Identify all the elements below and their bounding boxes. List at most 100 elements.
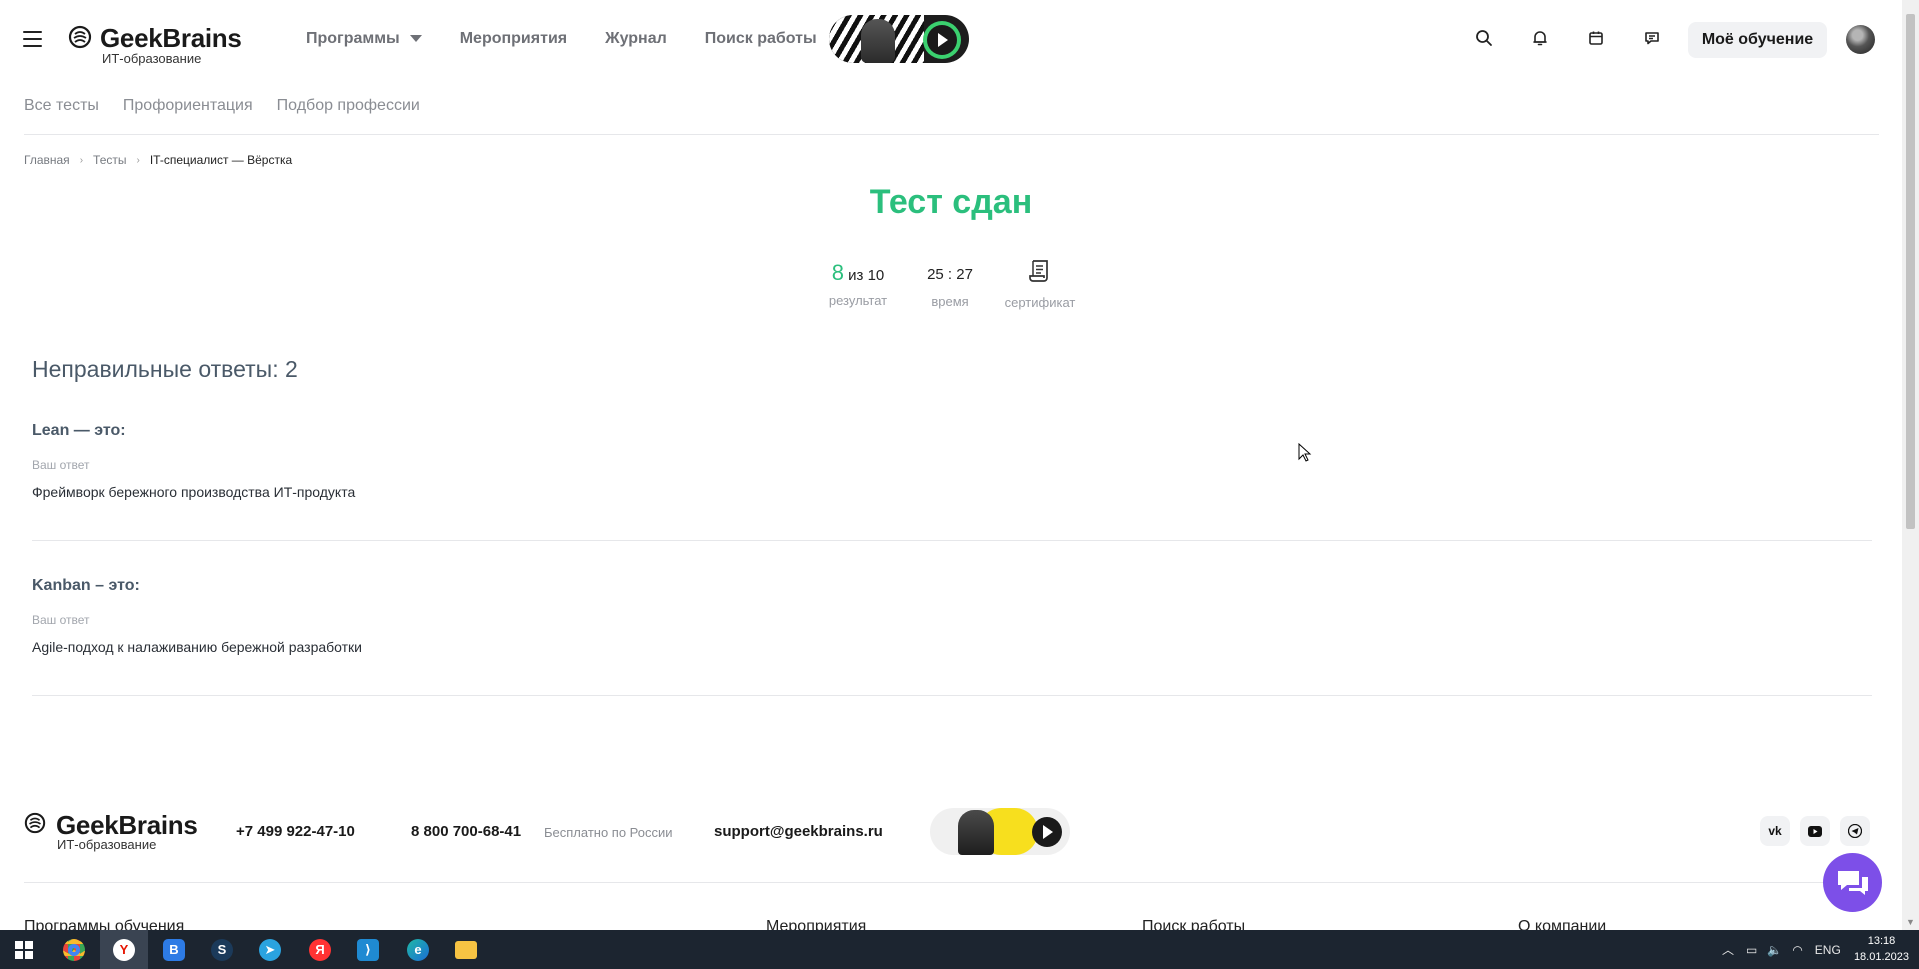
- promo-portrait: [861, 19, 895, 63]
- stat-score: 8 из 10 результат: [826, 260, 890, 308]
- your-answer-label: Ваш ответ: [32, 613, 90, 627]
- mouse-cursor-icon: [1298, 443, 1312, 462]
- battery-icon[interactable]: ▭: [1746, 943, 1757, 957]
- bell-icon[interactable]: [1530, 28, 1550, 48]
- clock-date: 18.01.2023: [1853, 951, 1909, 963]
- breadcrumb-separator-icon: ›: [79, 154, 84, 166]
- subnav-career-guidance[interactable]: Профориентация: [123, 97, 253, 115]
- certificate-icon: [1029, 260, 1048, 282]
- promo-portrait: [958, 810, 994, 855]
- footer-col-company[interactable]: О компании: [1518, 918, 1606, 930]
- footer-col-programs[interactable]: Программы обучения: [24, 918, 184, 930]
- footer-col-events[interactable]: Мероприятия: [766, 918, 866, 930]
- subnav-profession-match[interactable]: Подбор профессии: [277, 97, 420, 115]
- logo-subtitle: ИТ-образование: [102, 51, 202, 66]
- menu-icon[interactable]: [23, 31, 42, 47]
- scroll-down-arrow-icon[interactable]: ▼: [1906, 917, 1915, 927]
- time-value: 25 : 27: [927, 266, 973, 283]
- yandex-browser-glyph: Y: [113, 938, 135, 961]
- edge-icon[interactable]: e: [394, 930, 442, 969]
- page-title: Тест сдан: [869, 183, 1033, 221]
- explorer-icon[interactable]: [442, 930, 490, 969]
- nav-jobs[interactable]: Поиск работы: [705, 30, 817, 48]
- youtube-icon[interactable]: [1800, 816, 1830, 846]
- play-icon: [927, 25, 957, 55]
- stat-certificate[interactable]: сертификат: [1000, 258, 1080, 310]
- volume-icon[interactable]: 🔈: [1767, 943, 1782, 957]
- calendar-icon[interactable]: [1586, 28, 1606, 48]
- footer-phone-note: Бесплатно по России: [544, 825, 673, 840]
- chrome-icon[interactable]: [50, 930, 98, 969]
- telegram-icon[interactable]: ➤: [246, 930, 294, 969]
- app-icon[interactable]: B: [150, 930, 198, 969]
- clock[interactable]: 13:18 18.01.2023: [1854, 933, 1909, 965]
- stat-time: 25 : 27 время: [920, 266, 980, 309]
- search-icon[interactable]: [1474, 28, 1494, 48]
- question-text: Lean — это:: [32, 422, 126, 439]
- footer-phone[interactable]: +7 499 922-47-10: [236, 823, 355, 840]
- wrong-answer-item: Lean — это: Ваш ответ Фреймворк бережног…: [32, 422, 1872, 541]
- nav-programs-label: Программы: [306, 30, 400, 47]
- geekbrains-logo-icon: [24, 812, 46, 834]
- avatar[interactable]: [1846, 25, 1875, 54]
- footer-phone-free[interactable]: 8 800 700-68-41: [411, 823, 521, 840]
- header: GeekBrains ИТ-образование Программы Меро…: [0, 0, 1902, 78]
- my-learning-button[interactable]: Моё обучение: [1688, 22, 1827, 58]
- footer-logo-subtitle: ИТ-образование: [57, 837, 157, 852]
- telegram-icon[interactable]: [1840, 816, 1870, 846]
- chat-button[interactable]: [1823, 853, 1882, 912]
- wifi-icon[interactable]: ◠: [1792, 943, 1802, 957]
- telegram-glyph: [1848, 824, 1862, 838]
- footer-email[interactable]: support@geekbrains.ru: [714, 823, 883, 840]
- divider: [32, 695, 1872, 696]
- wrong-answer-item: Kanban – это: Ваш ответ Agile-подход к н…: [32, 577, 1872, 696]
- edge-glyph: e: [407, 938, 429, 961]
- vk-icon[interactable]: vk: [1760, 816, 1790, 846]
- play-icon: [1032, 817, 1062, 847]
- breadcrumb: Главная › Тесты › IT-специалист — Вёрстк…: [24, 153, 292, 167]
- nav-programs[interactable]: Программы: [306, 30, 422, 48]
- answer-text: Agile-подход к налаживанию бережной разр…: [32, 639, 362, 655]
- messages-icon[interactable]: [1642, 28, 1662, 48]
- breadcrumb-current: IT-специалист — Вёрстка: [149, 153, 293, 167]
- breadcrumb-home[interactable]: Главная: [24, 153, 70, 167]
- folder-glyph: [455, 940, 477, 959]
- score-label: результат: [828, 293, 888, 308]
- breadcrumb-tests[interactable]: Тесты: [93, 153, 126, 167]
- start-icon[interactable]: [0, 930, 48, 969]
- telegram-app-glyph: ➤: [259, 938, 281, 961]
- nav-events[interactable]: Мероприятия: [460, 30, 567, 48]
- vscode-glyph: ⟩: [357, 938, 379, 961]
- answer-text: Фреймворк бережного производства ИТ-прод…: [32, 484, 356, 500]
- footer-col-jobs[interactable]: Поиск работы: [1142, 918, 1245, 930]
- footer-video-promo[interactable]: [930, 808, 1070, 855]
- geekbrains-logo-icon: [68, 25, 92, 49]
- clock-time: 13:18: [1867, 935, 1896, 947]
- scrollbar-thumb[interactable]: [1906, 14, 1915, 529]
- chevron-down-icon: [409, 35, 422, 43]
- score-value: 8: [831, 260, 844, 285]
- yandex-browser-icon[interactable]: Y: [100, 930, 148, 969]
- language-indicator[interactable]: ENG: [1815, 943, 1841, 957]
- chat-icon: [1838, 871, 1868, 895]
- vscode-icon[interactable]: ⟩: [344, 930, 392, 969]
- page: GeekBrains ИТ-образование Программы Меро…: [0, 0, 1902, 930]
- chrome-glyph: [63, 938, 85, 961]
- divider: [32, 540, 1872, 541]
- steam-icon[interactable]: S: [198, 930, 246, 969]
- page-scrollbar[interactable]: ▼: [1902, 0, 1919, 930]
- yandex-icon[interactable]: Я: [296, 930, 344, 969]
- windows-logo-icon: [15, 940, 33, 959]
- certificate-label: сертификат: [1004, 295, 1076, 310]
- main-nav: Программы Мероприятия Журнал Поиск работ…: [306, 30, 855, 48]
- system-tray: ︿ ▭ 🔈 ◠ ENG: [1722, 930, 1841, 969]
- steam-glyph: S: [211, 938, 233, 961]
- your-answer-label: Ваш ответ: [32, 458, 90, 472]
- result-stats: 8 из 10 результат 25 : 27 время сертифик…: [0, 258, 1902, 318]
- time-label: время: [931, 294, 969, 309]
- tray-chevron-up-icon[interactable]: ︿: [1722, 941, 1734, 958]
- sub-nav: Все тесты Профориентация Подбор професси…: [24, 97, 444, 115]
- video-promo-button[interactable]: [829, 15, 969, 63]
- subnav-all-tests[interactable]: Все тесты: [24, 97, 99, 115]
- nav-journal[interactable]: Журнал: [605, 30, 667, 48]
